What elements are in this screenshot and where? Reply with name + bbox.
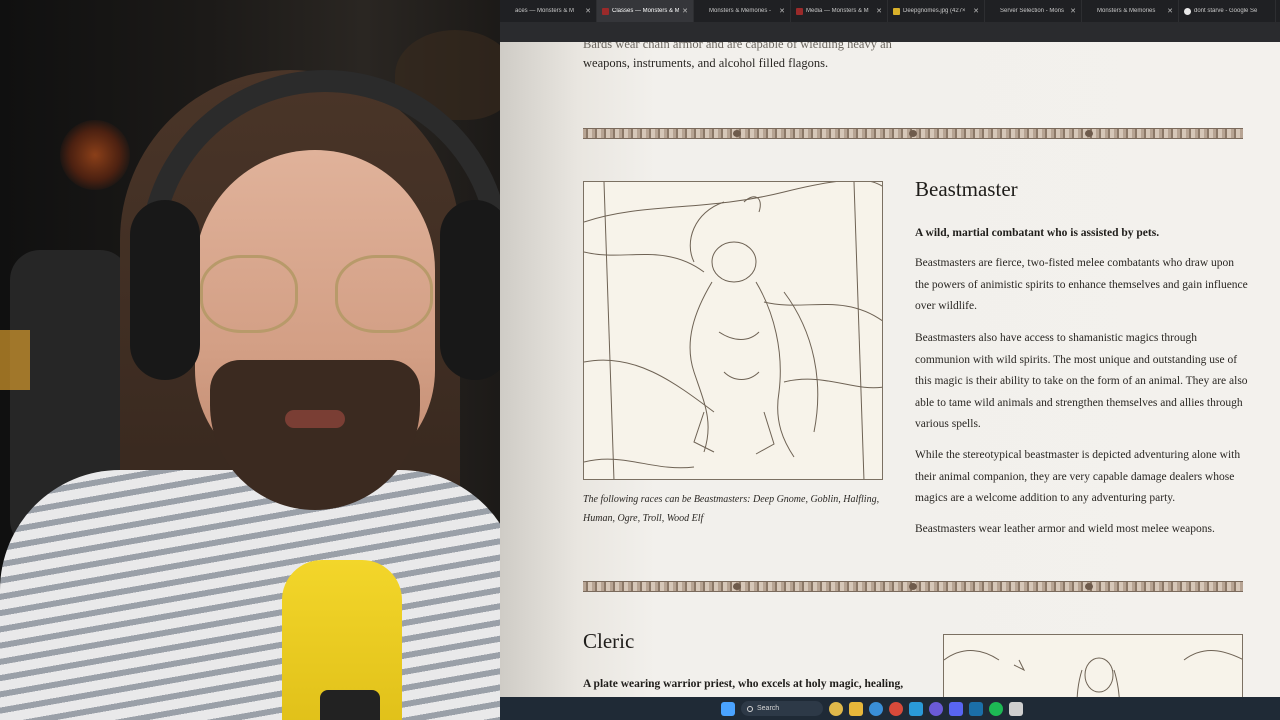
search-icon: [747, 705, 753, 712]
beastmaster-races-caption: The following races can be Beastmasters:…: [583, 494, 880, 524]
divider-knot: [909, 130, 917, 137]
tab-server-selection[interactable]: Server Selection - Mons ✕: [985, 0, 1082, 22]
tab-bar: aces — Monsters & M ✕ Classes — Monsters…: [500, 0, 1280, 22]
windows-start-icon[interactable]: [721, 701, 735, 716]
tab-close-icon[interactable]: ✕: [1070, 7, 1076, 15]
image-icon: [893, 7, 900, 15]
beastmaster-paragraph: Beastmasters also have access to shamani…: [915, 332, 1248, 430]
webcam-overlay: [0, 0, 520, 720]
background-shelf: [0, 330, 30, 390]
windows-taskbar: Search: [500, 697, 1280, 720]
tab-races[interactable]: aces — Monsters & M ✕: [500, 0, 597, 22]
edge-icon[interactable]: [909, 701, 923, 716]
tab-label: Classes — Monsters & M: [612, 8, 680, 14]
ornamental-divider: [583, 128, 1243, 139]
divider-knot: [733, 583, 741, 590]
divider-knot: [1085, 583, 1093, 590]
browser-window: aces — Monsters & M ✕ Classes — Monsters…: [500, 0, 1280, 720]
spotify-icon[interactable]: [989, 701, 1003, 716]
divider-knot: [733, 130, 741, 137]
tab-favicon-icon: [1087, 8, 1094, 15]
beastmaster-heading: Beastmaster: [915, 177, 1018, 201]
tab-google-search[interactable]: dont starve - Google Se: [1179, 0, 1276, 22]
tab-classes[interactable]: Classes — Monsters & M ✕: [597, 0, 694, 22]
tab-deepgnomes-image[interactable]: Deepgnomes.jpg (427× ✕: [888, 0, 985, 22]
bard-text-line: weapons, instruments, and alcohol filled…: [583, 56, 829, 70]
obs-icon[interactable]: [929, 701, 943, 716]
cleric-sketch: [944, 650, 1242, 697]
background-lamp: [60, 120, 130, 190]
browser-toolbar: [500, 22, 1280, 42]
tab-label: aces — Monsters & M: [515, 8, 575, 14]
glasses-right-lens: [335, 255, 433, 333]
tab-media[interactable]: Media — Monsters & M ✕: [791, 0, 888, 22]
page-content: Bards wear chain armor and are capable o…: [500, 42, 1280, 697]
tab-label: Monsters & Memories -: [709, 8, 772, 14]
beastmaster-paragraph: Beastmasters wear leather armor and wiel…: [915, 523, 1215, 535]
discord-icon[interactable]: [949, 701, 963, 716]
tab-label: Server Selection - Mons: [1000, 8, 1065, 14]
cleric-heading: Cleric: [583, 629, 635, 653]
cleric-tagline: A plate wearing warrior priest, who exce…: [583, 678, 923, 690]
tab-favicon-icon: [990, 8, 997, 15]
beastmaster-paragraph: Beastmasters are fierce, two-fisted mele…: [915, 257, 1248, 312]
app-icon[interactable]: [1009, 701, 1023, 716]
tab-close-icon[interactable]: ✕: [876, 7, 882, 15]
beastmaster-tagline: A wild, martial combatant who is assiste…: [915, 227, 1160, 239]
cleric-illustration: [943, 634, 1243, 697]
tab-close-icon[interactable]: ✕: [973, 7, 979, 15]
tab-monsters-memories-2[interactable]: Monsters & Memories ✕: [1082, 0, 1179, 22]
taskbar-search[interactable]: Search: [741, 701, 823, 716]
microphone-mount: [320, 690, 380, 720]
steam-icon[interactable]: [969, 701, 983, 716]
divider-knot: [909, 583, 917, 590]
tab-label: Media — Monsters & M: [806, 8, 869, 14]
weather-icon[interactable]: [829, 701, 843, 716]
beastmaster-paragraph: While the stereotypical beastmaster is d…: [915, 449, 1241, 504]
tab-favicon-icon: [505, 8, 512, 15]
chrome-icon[interactable]: [869, 701, 883, 716]
tab-close-icon[interactable]: ✕: [779, 7, 785, 15]
glasses-left-lens: [200, 255, 298, 333]
beastmaster-sketch: [584, 182, 882, 479]
beastmaster-illustration: [583, 181, 883, 480]
tab-label: Monsters & Memories: [1097, 8, 1156, 14]
streamer-mouth: [285, 410, 345, 428]
streamer-shirt: [0, 470, 520, 720]
file-explorer-icon[interactable]: [849, 701, 863, 716]
tab-label: dont starve - Google Se: [1194, 8, 1258, 14]
divider-knot: [1085, 130, 1093, 137]
tab-label: Deepgnomes.jpg (427×: [903, 8, 966, 14]
ornamental-divider: [583, 581, 1243, 592]
mm-logo-icon: [796, 7, 803, 15]
tab-monsters-memories[interactable]: Monsters & Memories - ✕: [694, 0, 791, 22]
google-icon: [1184, 7, 1191, 15]
tab-favicon-icon: [699, 8, 706, 15]
headphones-left-cup: [130, 200, 200, 380]
search-label: Search: [757, 705, 780, 712]
mm-logo-icon: [602, 7, 609, 15]
tab-close-icon[interactable]: ✕: [1167, 7, 1173, 15]
chrome-alt-icon[interactable]: [889, 701, 903, 716]
tab-close-icon[interactable]: ✕: [682, 7, 688, 15]
cleric-tagline-bold: A plate wearing warrior priest, who exce…: [583, 678, 904, 690]
tab-close-icon[interactable]: ✕: [585, 7, 591, 15]
